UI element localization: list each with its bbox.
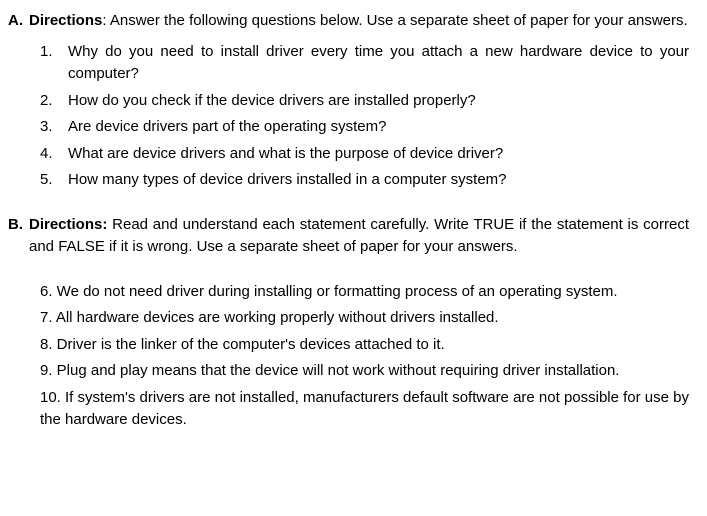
question-item: 4. What are device drivers and what is t… bbox=[40, 143, 689, 166]
section-b-label: B. bbox=[8, 214, 23, 259]
question-number: 2. bbox=[40, 90, 62, 113]
section-a-label: A. bbox=[8, 10, 23, 33]
question-text: Are device drivers part of the operating… bbox=[68, 116, 689, 139]
tf-item: 9. Plug and play means that the device w… bbox=[40, 360, 689, 383]
section-a-header: A. Directions: Answer the following ques… bbox=[8, 10, 689, 33]
question-item: 3. Are device drivers part of the operat… bbox=[40, 116, 689, 139]
directions-text-b: Read and understand each statement caref… bbox=[29, 216, 689, 256]
question-number: 5. bbox=[40, 169, 62, 192]
tf-item: 8. Driver is the linker of the computer'… bbox=[40, 334, 689, 357]
tf-item: 7. All hardware devices are working prop… bbox=[40, 307, 689, 330]
question-text: How do you check if the device drivers a… bbox=[68, 90, 689, 113]
section-b: B. Directions: Read and understand each … bbox=[8, 214, 689, 432]
question-item: 2. How do you check if the device driver… bbox=[40, 90, 689, 113]
tf-item: 10. If system's drivers are not installe… bbox=[40, 387, 689, 432]
question-text: How many types of device drivers install… bbox=[68, 169, 689, 192]
question-item: 1. Why do you need to install driver eve… bbox=[40, 41, 689, 86]
section-b-header: B. Directions: Read and understand each … bbox=[8, 214, 689, 259]
question-number: 3. bbox=[40, 116, 62, 139]
tf-item: 6. We do not need driver during installi… bbox=[40, 281, 689, 304]
section-b-items: 6. We do not need driver during installi… bbox=[40, 281, 689, 432]
section-a: A. Directions: Answer the following ques… bbox=[8, 10, 689, 192]
directions-label-b: Directions: bbox=[29, 216, 107, 233]
section-b-directions: Directions: Read and understand each sta… bbox=[29, 216, 689, 256]
question-number: 1. bbox=[40, 41, 62, 86]
directions-label-a: Directions bbox=[29, 12, 102, 29]
question-number: 4. bbox=[40, 143, 62, 166]
section-a-directions: Directions: Answer the following questio… bbox=[29, 12, 688, 29]
section-a-questions: 1. Why do you need to install driver eve… bbox=[40, 41, 689, 192]
directions-text-a: : Answer the following questions below. … bbox=[102, 12, 687, 29]
question-item: 5. How many types of device drivers inst… bbox=[40, 169, 689, 192]
question-text: Why do you need to install driver every … bbox=[68, 41, 689, 86]
question-text: What are device drivers and what is the … bbox=[68, 143, 689, 166]
